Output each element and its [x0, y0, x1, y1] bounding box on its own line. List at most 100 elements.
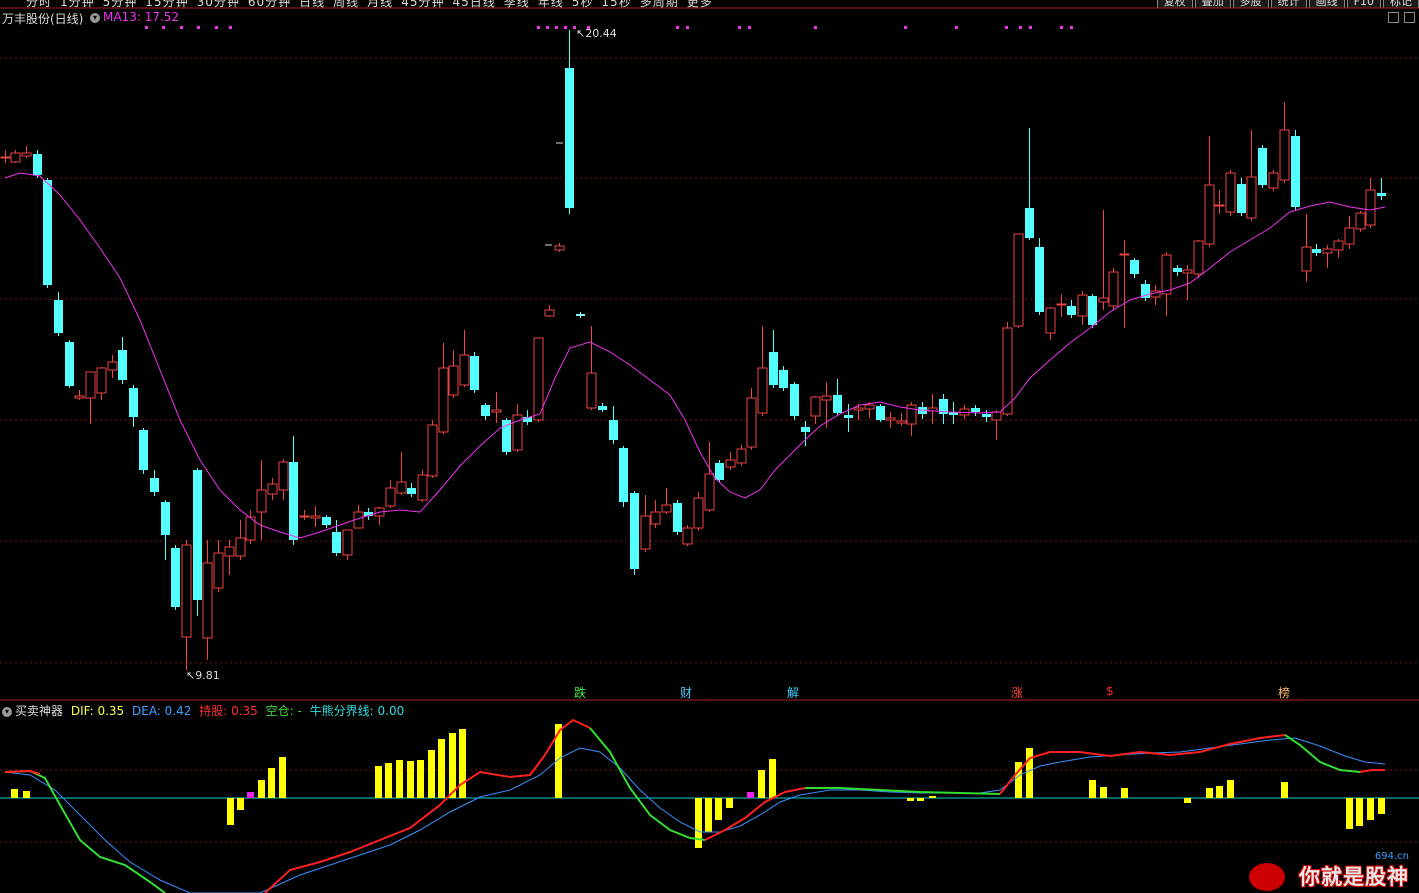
dif-line-red — [264, 718, 591, 893]
candle-body-up — [991, 411, 1002, 421]
candle-body-up — [810, 396, 821, 417]
signal-dot — [197, 26, 200, 29]
candle-body-up — [1119, 253, 1130, 256]
macd-histogram-bar — [907, 798, 914, 801]
macd-histogram-bar — [247, 792, 254, 798]
candle-body-down — [790, 384, 799, 416]
candle-body-down — [502, 420, 511, 452]
candle-body-up — [1355, 212, 1366, 230]
candle-body-down — [139, 430, 148, 470]
candle-body-down — [715, 463, 724, 480]
candle-body-up — [1279, 129, 1290, 181]
candle-body-up — [586, 372, 597, 409]
candle-body-down — [171, 548, 180, 607]
low-price-label: ↖9.81 — [186, 669, 220, 682]
signal-dot — [564, 26, 567, 29]
dif-line-green — [1284, 734, 1361, 773]
candle-body-up — [725, 459, 736, 468]
candle-body-up — [896, 420, 907, 424]
macd-histogram-bar — [769, 759, 776, 798]
indicator-name[interactable]: 买卖神器 — [15, 704, 63, 718]
candle-body-down — [971, 408, 980, 412]
signal-dot — [215, 26, 218, 29]
candle-body-down — [1312, 249, 1321, 253]
candle-body-up — [1246, 176, 1257, 219]
candle-body-up — [438, 367, 449, 433]
signal-dot — [162, 26, 165, 29]
candle-body-up — [0, 156, 11, 159]
macd-histogram-bar — [1346, 798, 1353, 829]
candle-body-up — [224, 546, 235, 557]
dea-value: DEA: 0.42 — [132, 704, 192, 718]
candle-body-down — [54, 300, 63, 333]
candle-body-up — [1322, 248, 1333, 254]
macd-histogram-bar — [1216, 786, 1223, 798]
candle-body-up — [202, 562, 213, 639]
chevron-down-icon[interactable]: ▾ — [2, 706, 12, 717]
signal-dot — [1070, 26, 1073, 29]
candle-body-up — [10, 152, 21, 163]
candle-body-up — [1214, 204, 1225, 207]
candle-body-up — [235, 537, 246, 557]
candle-body-up — [1365, 189, 1376, 226]
event-mark[interactable]: 涨 — [1011, 684, 1023, 701]
candle-body-down — [876, 406, 885, 420]
candle-body-down — [1088, 296, 1097, 325]
candle-body-up — [1108, 271, 1119, 307]
candle-body-down — [150, 478, 159, 492]
kline-chart[interactable] — [0, 0, 1419, 893]
candle-body-down — [673, 503, 682, 532]
candle-body-up — [21, 152, 32, 157]
bullbear-value: 牛熊分界线: 0.00 — [309, 704, 405, 718]
candle-body-up — [342, 529, 353, 556]
event-mark[interactable]: 财 — [680, 684, 692, 701]
candle-body-up — [1045, 307, 1056, 334]
macd-histogram-bar — [23, 791, 30, 798]
candle-body-up — [885, 417, 896, 421]
candle-body-down — [1067, 306, 1076, 315]
event-mark[interactable]: $ — [1106, 684, 1114, 698]
candle-body-up — [310, 515, 321, 519]
candle-body-down — [833, 395, 842, 413]
dif-value: DIF: 0.35 — [70, 704, 125, 718]
candle-body-down — [65, 342, 74, 386]
candle-body-down — [322, 517, 331, 525]
candle-body-down — [129, 388, 138, 417]
macd-histogram-bar — [758, 770, 765, 798]
event-mark[interactable]: 跌 — [574, 684, 586, 701]
candle-body-down — [289, 462, 298, 540]
signal-dot — [1029, 26, 1032, 29]
candle-body-up — [459, 354, 470, 386]
macd-histogram-bar — [396, 760, 403, 798]
signal-dot — [676, 26, 679, 29]
candle-body-up — [650, 511, 661, 525]
candle-body-down — [779, 370, 788, 388]
candle-body-down — [565, 68, 574, 208]
candle-body-up — [554, 245, 565, 251]
candle-body-up — [864, 404, 875, 410]
signal-dot — [537, 26, 540, 29]
macd-histogram-bar — [705, 798, 712, 832]
candle-body-up — [746, 397, 757, 448]
macd-histogram-bar — [917, 798, 924, 801]
candle-body-up — [1002, 327, 1013, 415]
signal-dot — [145, 26, 148, 29]
candle-body-down — [598, 406, 607, 410]
event-mark[interactable]: 榜 — [1278, 684, 1290, 701]
event-mark[interactable]: 解 — [787, 684, 799, 701]
candle-body-down — [1035, 247, 1044, 312]
candle-body-up — [213, 552, 224, 589]
macd-histogram-bar — [715, 798, 722, 820]
signal-dot — [1005, 26, 1008, 29]
candle-body-down — [161, 502, 170, 535]
macd-histogram-bar — [747, 792, 754, 798]
candle-body-up — [821, 395, 832, 401]
candle-body-down — [1377, 193, 1386, 196]
candle-body-up — [1098, 297, 1109, 303]
candle-body-up — [299, 515, 310, 518]
macd-histogram-bar — [237, 798, 244, 810]
macd-histogram-bar — [459, 729, 466, 798]
macd-histogram-bar — [438, 739, 445, 798]
high-price-value: 20.44 — [585, 27, 617, 40]
candle-body-down — [801, 427, 810, 432]
